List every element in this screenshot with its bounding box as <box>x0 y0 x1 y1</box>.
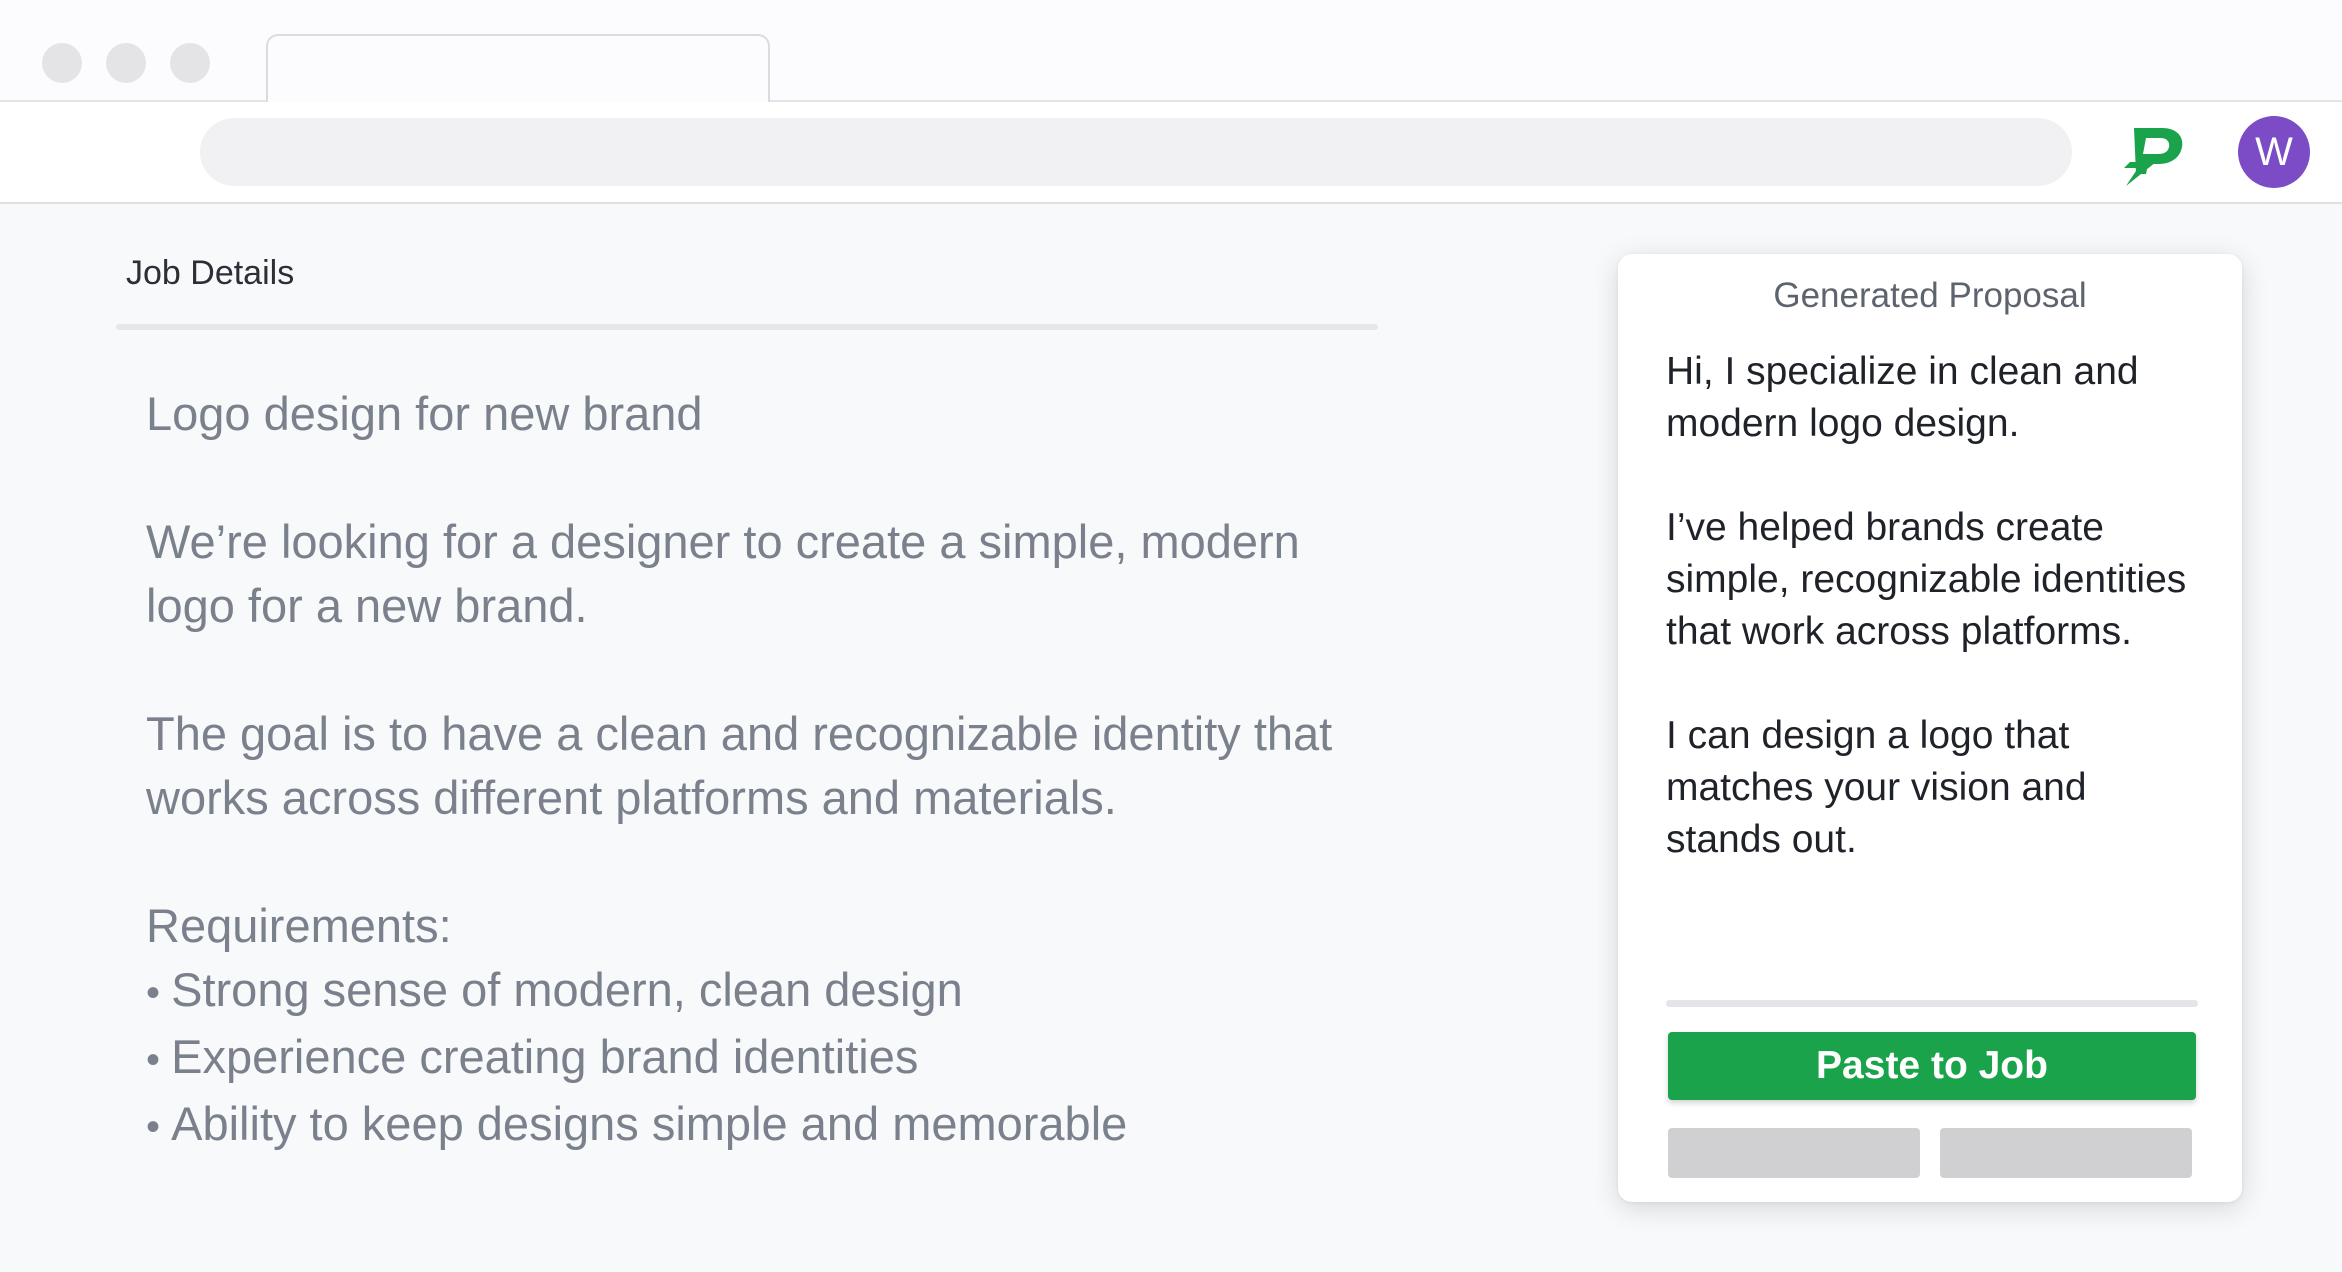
requirements-list: Strong sense of modern, clean design Exp… <box>146 958 1386 1159</box>
job-title: Logo design for new brand <box>146 387 703 440</box>
secondary-action-button[interactable] <box>1940 1128 2192 1178</box>
proposal-divider <box>1666 1000 2198 1007</box>
paste-logo-icon[interactable] <box>2116 116 2192 192</box>
requirements-label: Requirements: <box>146 899 452 952</box>
job-goal: The goal is to have a clean and recogniz… <box>146 707 1333 824</box>
job-description-body: Logo design for new brand We’re looking … <box>146 382 1386 1159</box>
paste-to-job-button[interactable]: Paste to Job <box>1668 1032 2196 1100</box>
secondary-action-button[interactable] <box>1668 1128 1920 1178</box>
browser-tab[interactable] <box>266 34 770 102</box>
user-avatar[interactable]: W <box>2238 116 2310 188</box>
requirement-item: Ability to keep designs simple and memor… <box>146 1092 1386 1159</box>
proposal-paragraph: Hi, I specialize in clean and modern log… <box>1666 350 2139 445</box>
proposal-paragraph: I can design a logo that matches your vi… <box>1666 714 2087 861</box>
avatar-letter: W <box>2255 130 2293 174</box>
job-description: We’re looking for a designer to create a… <box>146 515 1300 632</box>
proposal-title: Generated Proposal <box>1773 276 2087 315</box>
address-bar[interactable] <box>200 118 2072 186</box>
proposal-text[interactable]: Hi, I specialize in clean and modern log… <box>1666 346 2206 918</box>
requirement-item: Strong sense of modern, clean design <box>146 958 1386 1025</box>
window-titlebar <box>0 0 2342 102</box>
requirement-item: Experience creating brand identities <box>146 1025 1386 1092</box>
generated-proposal-panel: Generated Proposal Hi, I specialize in c… <box>1618 254 2242 1202</box>
proposal-paragraph: I’ve helped brands create simple, recogn… <box>1666 506 2187 653</box>
minimize-window-button[interactable] <box>106 43 146 83</box>
job-details-header: Job Details <box>126 254 295 292</box>
job-details-divider <box>116 324 1378 330</box>
zoom-window-button[interactable] <box>170 43 210 83</box>
browser-toolbar: W <box>0 102 2342 204</box>
close-window-button[interactable] <box>42 43 82 83</box>
